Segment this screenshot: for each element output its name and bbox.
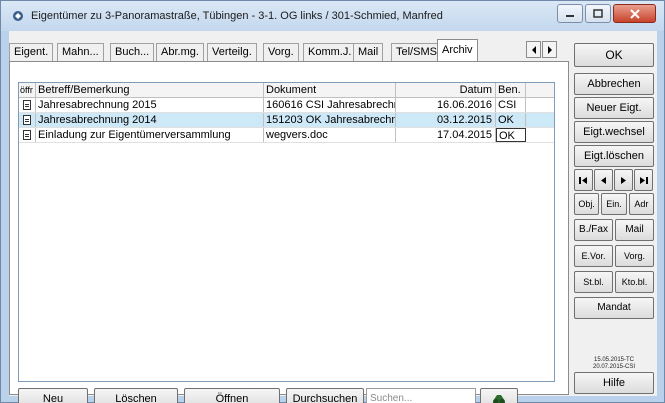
mandate-button[interactable]: Mandat	[574, 297, 654, 319]
window-title: Eigentümer zu 3-Panoramastraße, Tübingen…	[31, 10, 443, 22]
open-button[interactable]: Öffnen	[184, 388, 280, 403]
tab-mahn[interactable]: Mahn...	[57, 43, 104, 61]
header-open[interactable]: öffr	[19, 83, 36, 97]
maximize-button[interactable]	[585, 4, 611, 23]
help-button[interactable]: Hilfe	[574, 372, 654, 394]
header-subject[interactable]: Betreff/Bemerkung	[36, 83, 264, 97]
cancel-button[interactable]: Abbrechen	[574, 73, 654, 95]
e-vor-button[interactable]: E.Vor.	[574, 245, 613, 267]
maximize-icon	[593, 9, 603, 18]
row-date: 17.04.2015	[396, 128, 496, 142]
archive-grid[interactable]: öffr Betreff/Bemerkung Dokument Datum Be…	[18, 82, 555, 382]
ok-button[interactable]: OK	[574, 43, 654, 67]
first-record-button[interactable]	[574, 169, 593, 191]
delete-button[interactable]: Löschen	[94, 388, 178, 403]
row-user-edit-cell[interactable]: OK	[496, 128, 526, 142]
tab-scroll-left-button[interactable]	[526, 41, 541, 58]
last-icon	[640, 176, 648, 184]
record-nav	[574, 169, 654, 191]
archive-panel: öffr Betreff/Bemerkung Dokument Datum Be…	[9, 61, 569, 403]
tab-scroll-right-button[interactable]	[542, 41, 557, 58]
mail-button[interactable]: Mail	[615, 219, 654, 241]
prev-icon	[601, 176, 606, 184]
table-row[interactable]: Einladung zur Eigentümerversammlung wegv…	[19, 128, 554, 143]
new-button[interactable]: Neu	[18, 388, 88, 403]
next-record-button[interactable]	[614, 169, 633, 191]
document-icon[interactable]	[19, 98, 36, 112]
row-document: wegvers.doc	[264, 128, 396, 142]
first-icon	[579, 176, 587, 184]
row-user: CSI	[496, 98, 526, 112]
row-subject: Einladung zur Eigentümerversammlung	[36, 128, 264, 142]
tab-verteilg[interactable]: Verteilg.	[207, 43, 257, 61]
row-date: 16.06.2016	[396, 98, 496, 112]
created-stamp: 15.05.2015-TC	[593, 357, 635, 363]
evor-vorg-row: E.Vor. Vorg.	[574, 245, 654, 267]
table-row[interactable]: Jahresabrechnung 2015 160616 CSI Jahresa…	[19, 98, 554, 113]
search-input[interactable]: Suchen...	[366, 388, 476, 403]
row-subject: Jahresabrechnung 2014	[36, 113, 264, 127]
unit-button[interactable]: Ein.	[601, 193, 627, 215]
change-owner-button[interactable]: Eigt.wechsel	[574, 121, 654, 143]
prev-record-button[interactable]	[594, 169, 613, 191]
document-icon[interactable]	[19, 128, 36, 142]
tab-vorg[interactable]: Vorg.	[263, 43, 299, 61]
next-icon	[621, 176, 626, 184]
header-date[interactable]: Datum	[396, 83, 496, 97]
title-bar[interactable]: Eigentümer zu 3-Panoramastraße, Tübingen…	[1, 1, 664, 31]
delete-owner-button[interactable]: Eigt.löschen	[574, 145, 654, 167]
tab-strip: Eigent. Mahn... Buch... Abr.mg. Verteilg…	[9, 39, 569, 61]
last-record-button[interactable]	[634, 169, 653, 191]
arrow-right-icon	[547, 45, 552, 54]
close-button[interactable]	[613, 4, 656, 23]
tab-abrmg[interactable]: Abr.mg.	[156, 43, 204, 61]
row-date: 03.12.2015	[396, 113, 496, 127]
letter-fax-button[interactable]: B./Fax	[574, 219, 613, 241]
close-icon	[629, 8, 640, 19]
bottom-toolbar: Neu Löschen Öffnen Durchsuchen Suchen...	[18, 388, 555, 403]
new-owner-button[interactable]: Neuer Eigt.	[574, 97, 654, 119]
tab-eigent[interactable]: Eigent.	[9, 43, 54, 61]
vorgang-button[interactable]: Vorg.	[615, 245, 654, 267]
grid-header: öffr Betreff/Bemerkung Dokument Datum Be…	[19, 83, 554, 98]
kontoblatt-button[interactable]: Kto.bl.	[615, 271, 654, 293]
stammblatt-button[interactable]: St.bl.	[574, 271, 613, 293]
row-document: 160616 CSI Jahresabrechnu...	[264, 98, 396, 112]
tab-kommj[interactable]: Komm.J.	[303, 43, 357, 61]
dialog-client: Eigent. Mahn... Buch... Abr.mg. Verteilg…	[9, 31, 657, 403]
minimize-button[interactable]	[557, 4, 583, 23]
tab-archiv[interactable]: Archiv	[437, 39, 478, 61]
owner-dialog-window: Eigentümer zu 3-Panoramastraße, Tübingen…	[0, 0, 665, 403]
browse-button[interactable]: Durchsuchen	[286, 388, 364, 403]
object-button[interactable]: Obj.	[574, 193, 600, 215]
obj-ein-adr-row: Obj. Ein. Adr	[574, 193, 654, 215]
tab-telsms[interactable]: Tel/SMS	[391, 43, 442, 61]
document-icon[interactable]	[19, 113, 36, 127]
app-icon	[11, 9, 25, 23]
fax-mail-row: B./Fax Mail	[574, 219, 654, 241]
table-row[interactable]: Jahresabrechnung 2014 151203 OK Jahresab…	[19, 113, 554, 128]
row-document: 151203 OK Jahresabrechnu...	[264, 113, 396, 127]
arrow-left-icon	[531, 45, 536, 54]
minimize-icon	[566, 14, 574, 17]
modified-stamp: 20.07.2015-CSI	[592, 364, 636, 370]
search-go-button[interactable]	[480, 388, 518, 403]
binoculars-icon	[493, 395, 505, 403]
stbl-ktobl-row: St.bl. Kto.bl.	[574, 271, 654, 293]
address-button[interactable]: Adr	[628, 193, 654, 215]
tab-buch[interactable]: Buch...	[110, 43, 155, 61]
row-subject: Jahresabrechnung 2015	[36, 98, 264, 112]
header-document[interactable]: Dokument	[264, 83, 396, 97]
row-user: OK	[496, 113, 526, 127]
header-user[interactable]: Ben.	[496, 83, 526, 97]
tab-mail[interactable]: Mail	[353, 43, 384, 61]
